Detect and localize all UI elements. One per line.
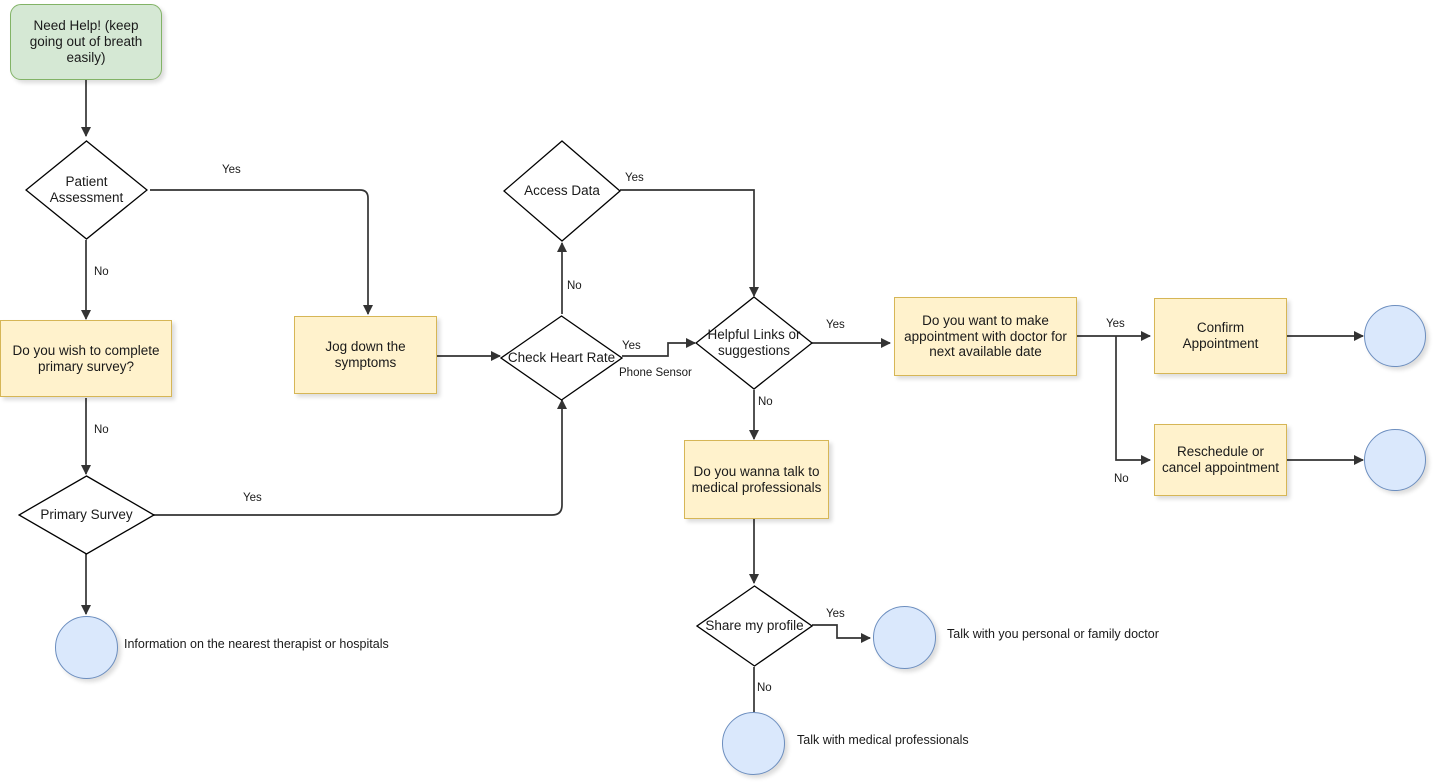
node-need-help[interactable]: Need Help! (keep going out of breath eas… xyxy=(10,4,162,80)
edge-label-appointment-yes: Yes xyxy=(1106,318,1125,330)
edge-assessment-yes-to-jog xyxy=(150,189,374,316)
edge-label-assessment-yes: Yes xyxy=(222,164,241,176)
note-medical-professionals: Talk with medical professionals xyxy=(797,733,969,747)
node-jog-symptoms[interactable]: Jog down the symptoms xyxy=(294,316,437,394)
node-share-profile[interactable]: Share my profile xyxy=(696,585,813,667)
edge-label-share-profile-no: No xyxy=(757,682,772,694)
node-end-medical-pros[interactable] xyxy=(722,712,785,775)
node-reschedule-appointment[interactable]: Reschedule or cancel appointment xyxy=(1154,424,1287,496)
node-check-heart-rate-label: Check Heart Rate xyxy=(507,350,616,366)
node-patient-assessment-label: Patient Assessment xyxy=(49,174,124,205)
edge-label-helpful-links-yes: Yes xyxy=(826,319,845,331)
edge-label-survey-question-no: No xyxy=(94,424,109,436)
edge-label-assessment-no: No xyxy=(94,266,109,278)
node-make-appointment[interactable]: Do you want to make appointment with doc… xyxy=(894,297,1077,376)
node-primary-survey-label: Primary Survey xyxy=(40,507,133,523)
node-confirm-appointment-label: Confirm Appointment xyxy=(1182,320,1259,351)
note-hospitals: Information on the nearest therapist or … xyxy=(124,637,389,651)
node-primary-survey[interactable]: Primary Survey xyxy=(18,475,155,555)
node-reschedule-appointment-label: Reschedule or cancel appointment xyxy=(1161,444,1280,475)
edge-label-primary-survey-yes: Yes xyxy=(243,492,262,504)
edge-label-share-profile-yes: Yes xyxy=(826,608,845,620)
edge-label-heart-rate-no: No xyxy=(567,280,582,292)
node-end-confirm[interactable] xyxy=(1364,305,1426,367)
node-patient-assessment[interactable]: Patient Assessment xyxy=(25,140,148,240)
node-talk-medical[interactable]: Do you wanna talk to medical professiona… xyxy=(684,440,829,519)
node-access-data-label: Access Data xyxy=(524,183,600,199)
edge-primary-survey-yes-to-heart-rate xyxy=(150,398,568,516)
edge-share-profile-yes-to-family-doctor xyxy=(812,624,872,644)
node-make-appointment-label: Do you want to make appointment with doc… xyxy=(904,312,1067,360)
node-jog-symptoms-label: Jog down the symptoms xyxy=(325,339,406,370)
node-helpful-links-label: Helpful Links or suggestions xyxy=(707,327,801,358)
flowchart-canvas: Need Help! (keep going out of breath eas… xyxy=(0,0,1437,782)
node-primary-survey-question[interactable]: Do you wish to complete primary survey? xyxy=(0,320,172,397)
edge-label-phone-sensor: Phone Sensor xyxy=(619,367,692,379)
edge-label-appointment-no: No xyxy=(1114,473,1129,485)
edge-access-data-yes-to-helpful-links xyxy=(620,189,760,298)
node-end-hospitals[interactable] xyxy=(55,616,118,679)
edge-appointment-no-to-reschedule xyxy=(1115,336,1152,466)
edge-label-heart-rate-yes: Yes xyxy=(622,340,641,352)
node-check-heart-rate[interactable]: Check Heart Rate xyxy=(500,315,623,401)
node-talk-medical-label: Do you wanna talk to medical professiona… xyxy=(691,463,822,495)
node-end-reschedule[interactable] xyxy=(1364,429,1426,491)
note-family-doctor: Talk with you personal or family doctor xyxy=(947,627,1159,641)
node-access-data[interactable]: Access Data xyxy=(503,140,621,242)
edge-label-helpful-links-no: No xyxy=(758,396,773,408)
edge-label-access-data-yes: Yes xyxy=(625,172,644,184)
node-primary-survey-question-label: Do you wish to complete primary survey? xyxy=(12,342,160,374)
node-helpful-links[interactable]: Helpful Links or suggestions xyxy=(695,296,813,390)
node-end-family-doctor[interactable] xyxy=(873,606,936,669)
node-need-help-label: Need Help! (keep going out of breath eas… xyxy=(29,18,143,65)
node-confirm-appointment[interactable]: Confirm Appointment xyxy=(1154,298,1287,374)
node-share-profile-label: Share my profile xyxy=(705,618,804,634)
